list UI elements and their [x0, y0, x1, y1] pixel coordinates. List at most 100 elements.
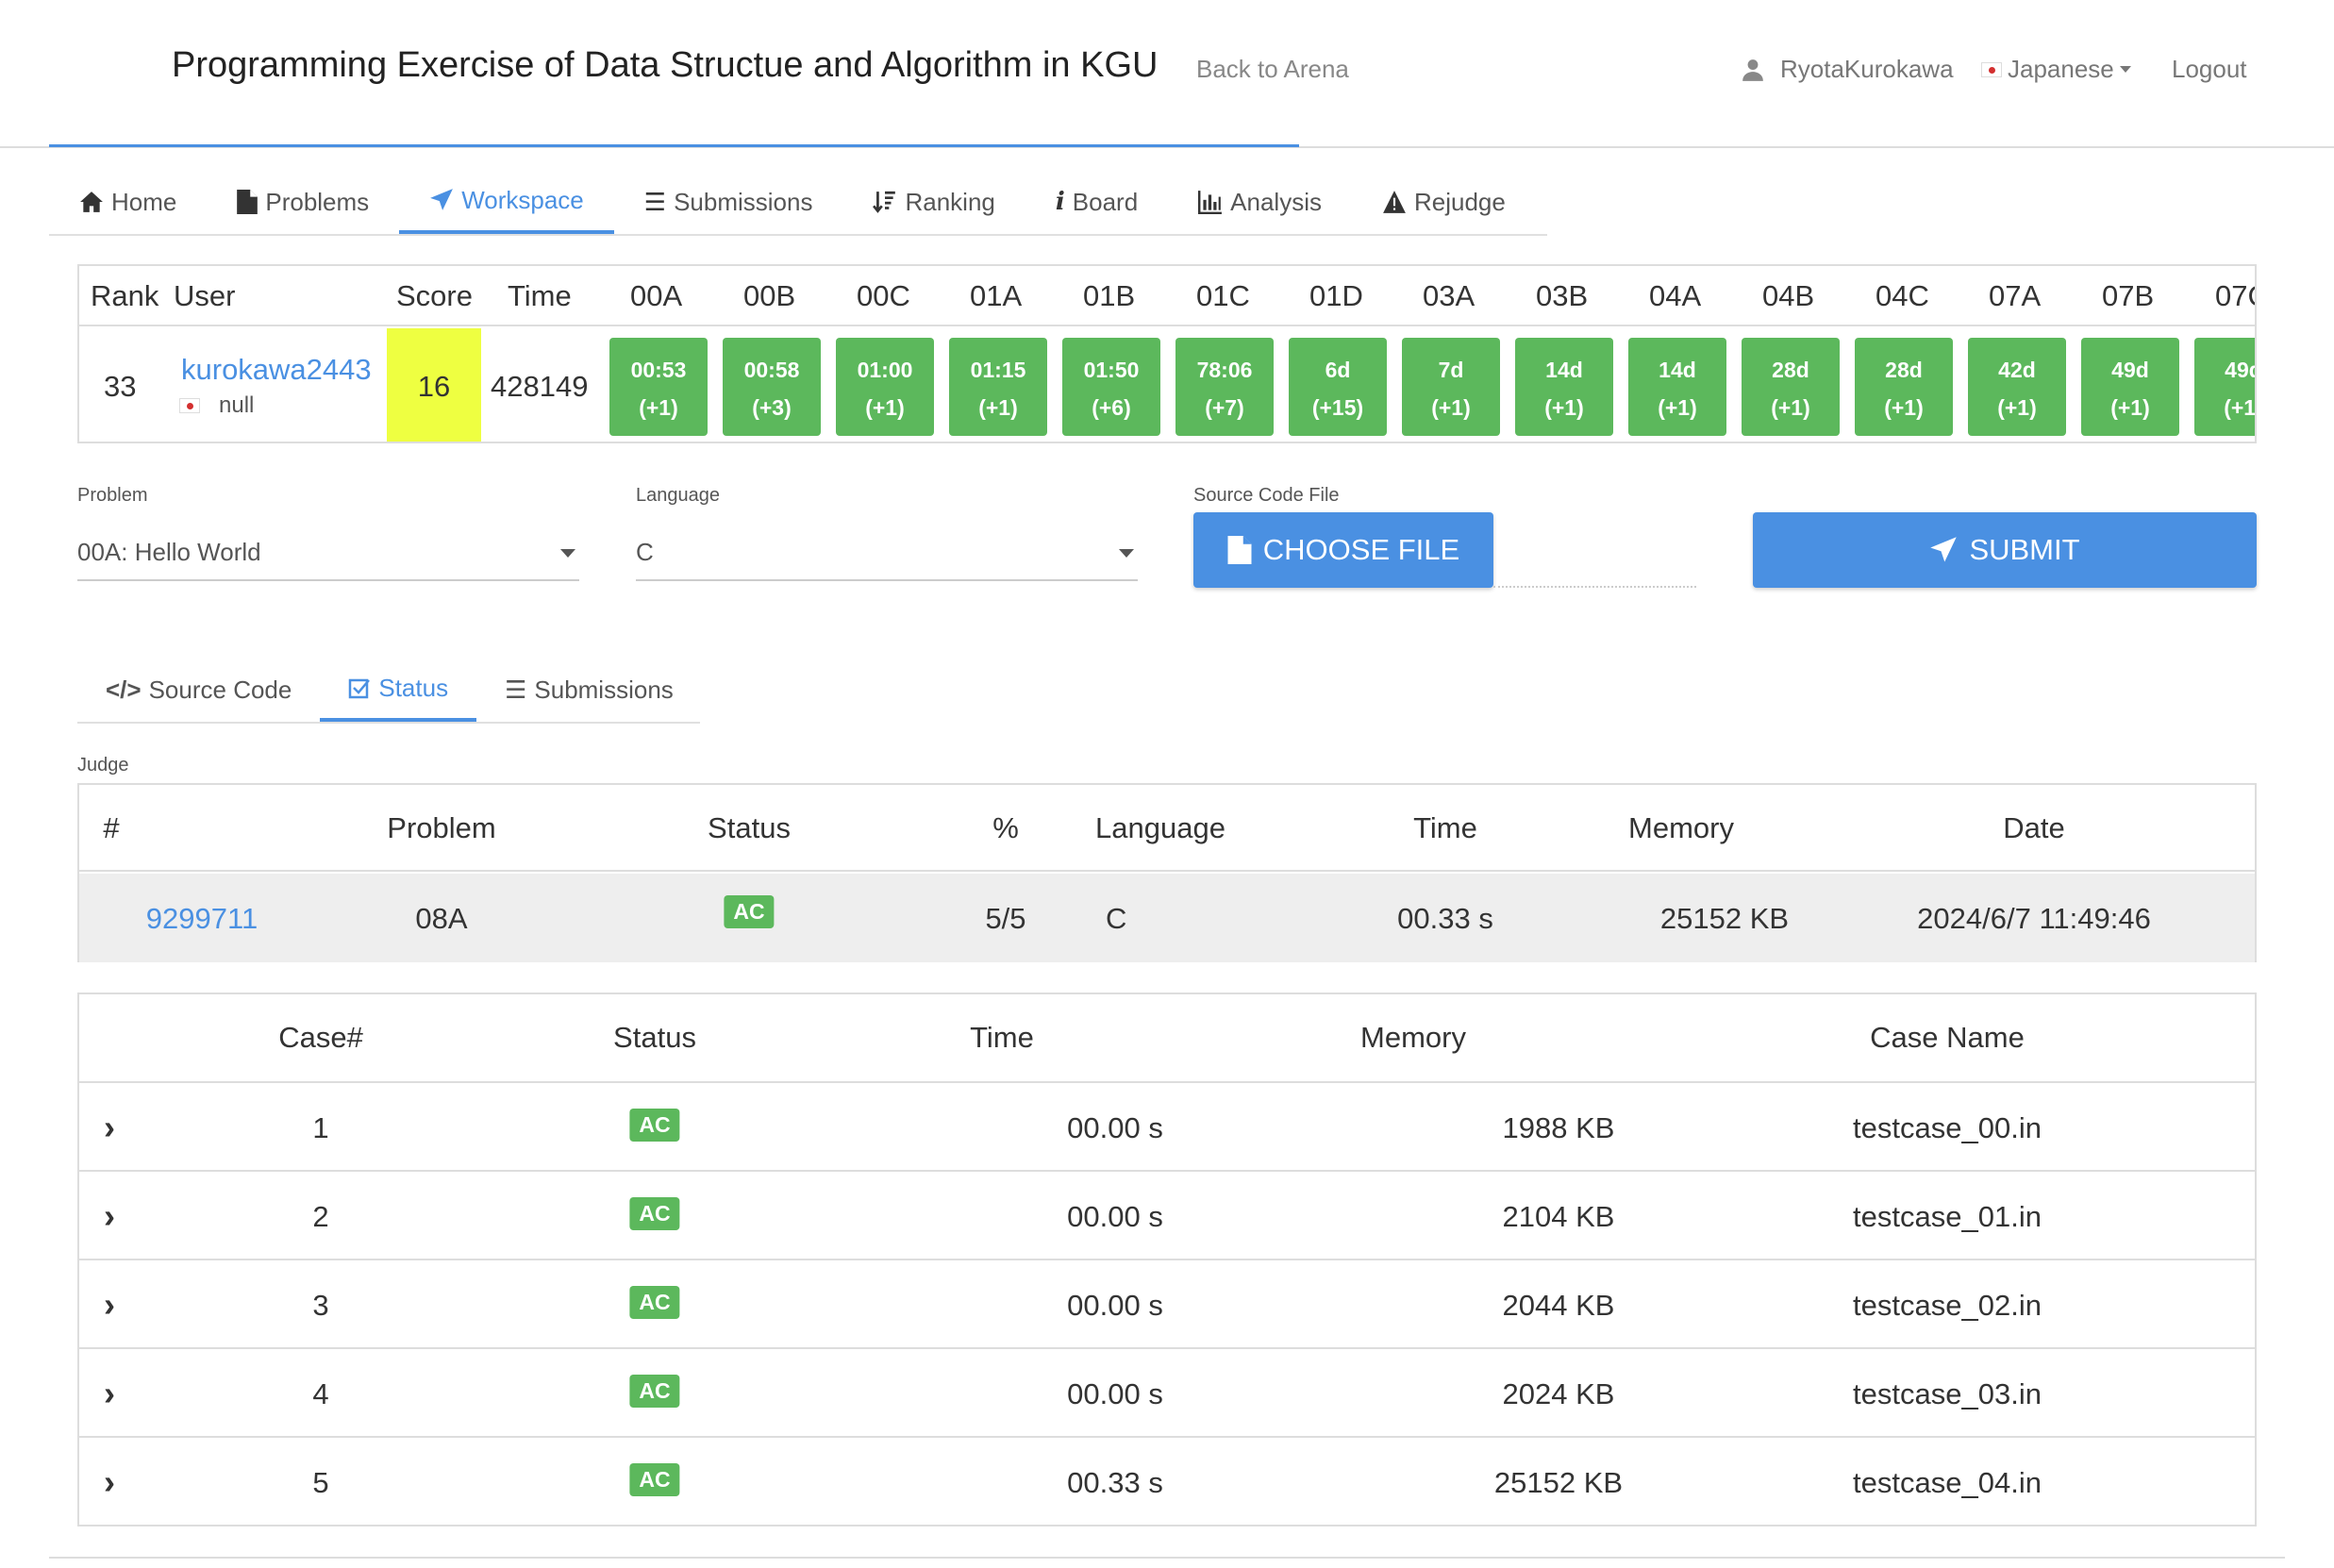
- score-header: Score: [396, 279, 473, 312]
- problem-status-cell[interactable]: 14d (+1): [1515, 338, 1613, 436]
- problem-status-cell[interactable]: 28d (+1): [1742, 338, 1840, 436]
- site-title[interactable]: Programming Exercise of Data Structue an…: [172, 45, 1158, 86]
- problem-header[interactable]: 01C: [1196, 279, 1250, 313]
- problem-header[interactable]: 07A: [1989, 279, 2041, 313]
- case-time: 00.00 s: [1067, 1111, 1163, 1144]
- solve-time: 14d: [1659, 358, 1696, 382]
- ac-badge: AC: [629, 1463, 680, 1496]
- case-time: 00.33 s: [1067, 1466, 1163, 1499]
- tab-problems[interactable]: Problems: [207, 170, 399, 234]
- tab-submissions[interactable]: ☰ Submissions: [476, 658, 702, 722]
- problem-status-cell[interactable]: 49d (+1): [2081, 338, 2179, 436]
- problem-header[interactable]: 00C: [857, 279, 910, 313]
- problem-header[interactable]: 01B: [1083, 279, 1135, 313]
- problem-header[interactable]: 07B: [2102, 279, 2154, 313]
- column-header: Memory: [1628, 811, 1734, 844]
- tries-count: (+15): [1311, 395, 1364, 420]
- problem-status-cell[interactable]: 6d (+15): [1289, 338, 1387, 436]
- language-select[interactable]: C: [636, 525, 1138, 581]
- problem-status-cell[interactable]: 01:00 (+1): [836, 338, 934, 436]
- username: RyotaKurokawa: [1780, 55, 1954, 83]
- problem-status-cell[interactable]: 49d (+1): [2194, 338, 2255, 436]
- logout-link[interactable]: Logout: [2172, 55, 2247, 84]
- rank-header: Rank: [91, 279, 159, 312]
- user-menu[interactable]: RyotaKurokawa: [1741, 55, 1954, 84]
- case-row: › 1 AC 00.00 s 1988 KB testcase_00.in: [79, 1083, 2255, 1172]
- ranking-header-row: Rank User Score Time 00A 00B 00C 01A 01B…: [79, 266, 2255, 326]
- problem-status-cell[interactable]: 00:53 (+1): [609, 338, 708, 436]
- submit-button[interactable]: SUBMIT: [1753, 512, 2257, 588]
- solve-time: 42d: [1998, 358, 2036, 382]
- tab-source-code[interactable]: </> Source Code: [77, 658, 320, 722]
- column-header: Problem: [387, 811, 496, 844]
- tries-count: (+1): [865, 395, 905, 420]
- problem-header[interactable]: 04A: [1649, 279, 1701, 313]
- caret-down-icon: [1119, 549, 1134, 558]
- tab-ranking[interactable]: Ranking: [842, 170, 1025, 234]
- problem-select[interactable]: 00A: Hello World: [77, 525, 579, 581]
- solve-time: 00:53: [630, 358, 687, 382]
- tries-count: (+1): [2110, 395, 2150, 420]
- solve-time: 49d: [2225, 358, 2255, 382]
- expand-chevron-icon[interactable]: ›: [104, 1108, 115, 1147]
- column-header: Time: [970, 1021, 1034, 1054]
- expand-chevron-icon[interactable]: ›: [104, 1285, 115, 1325]
- problem-status-cell[interactable]: 28d (+1): [1855, 338, 1953, 436]
- problem-status-cell[interactable]: 01:15 (+1): [949, 338, 1047, 436]
- tab-board[interactable]: i Board: [1025, 170, 1168, 234]
- check-square-icon: [349, 678, 371, 699]
- tries-count: (+1): [1771, 395, 1810, 420]
- solve-time: 7d: [1438, 358, 1464, 382]
- expand-chevron-icon[interactable]: ›: [104, 1196, 115, 1236]
- tab-status[interactable]: Status: [320, 658, 477, 722]
- status-badge: AC: [629, 1194, 680, 1230]
- problem-status-cell[interactable]: 42d (+1): [1968, 338, 2066, 436]
- problem-header[interactable]: 04B: [1762, 279, 1814, 313]
- problem-status-cell[interactable]: 78:06 (+7): [1175, 338, 1274, 436]
- tab-home[interactable]: Home: [49, 170, 207, 234]
- tab-analysis[interactable]: Analysis: [1168, 170, 1352, 234]
- tab-label: Ranking: [905, 187, 995, 216]
- problem-status-cell[interactable]: 01:50 (+6): [1062, 338, 1160, 436]
- problem-header[interactable]: 01A: [970, 279, 1022, 313]
- judge-row: 9299711 08A AC 5/5 C 00.33 s 25152 KB 20…: [79, 874, 2255, 962]
- problem-header[interactable]: 07C: [2215, 279, 2255, 313]
- problem-status-cell[interactable]: 14d (+1): [1628, 338, 1726, 436]
- tries-count: (+1): [1658, 395, 1697, 420]
- expand-chevron-icon[interactable]: ›: [104, 1374, 115, 1413]
- ac-badge: AC: [629, 1197, 680, 1230]
- choose-file-button[interactable]: CHOOSE FILE: [1193, 512, 1493, 588]
- back-to-arena-link[interactable]: Back to Arena: [1196, 55, 1349, 84]
- tab-rejudge[interactable]: Rejudge: [1352, 170, 1536, 234]
- case-row: › 5 AC 00.33 s 25152 KB testcase_04.in: [79, 1438, 2255, 1526]
- problem-status-cell[interactable]: 7d (+1): [1402, 338, 1500, 436]
- case-row: › 2 AC 00.00 s 2104 KB testcase_01.in: [79, 1172, 2255, 1260]
- caret-down-icon: [2119, 66, 2131, 73]
- workspace-tabs: </> Source Code Status ☰ Submissions: [77, 658, 700, 724]
- problem-header[interactable]: 00A: [630, 279, 682, 313]
- problem-status-cell[interactable]: 00:58 (+3): [723, 338, 821, 436]
- case-memory: 2044 KB: [1502, 1289, 1615, 1322]
- home-icon: [80, 192, 103, 212]
- problem-header[interactable]: 00B: [743, 279, 795, 313]
- problem-header[interactable]: 04C: [1876, 279, 1929, 313]
- tries-count: (+1): [1431, 395, 1471, 420]
- judge-table: # Problem Status % Language Time Memory …: [77, 783, 2257, 962]
- case-memory: 1988 KB: [1502, 1111, 1615, 1144]
- tab-workspace[interactable]: Workspace: [399, 170, 614, 234]
- expand-chevron-icon[interactable]: ›: [104, 1462, 115, 1502]
- language-dropdown[interactable]: Japanese: [1981, 55, 2131, 84]
- tries-count: (+6): [1092, 395, 1131, 420]
- tab-label: Status: [378, 673, 449, 702]
- user-link[interactable]: kurokawa2443: [181, 353, 372, 387]
- status-badge: AC: [724, 892, 775, 928]
- tab-submissions[interactable]: ☰ Submissions: [614, 170, 843, 234]
- problem-header[interactable]: 01D: [1309, 279, 1363, 313]
- solve-time: 28d: [1885, 358, 1923, 382]
- submission-id-link[interactable]: 9299711: [146, 902, 258, 936]
- tries-count: (+1): [978, 395, 1018, 420]
- tab-label: Submissions: [674, 187, 813, 216]
- problem-header[interactable]: 03A: [1423, 279, 1475, 313]
- problem-header[interactable]: 03B: [1536, 279, 1588, 313]
- choose-file-label: CHOOSE FILE: [1262, 533, 1460, 566]
